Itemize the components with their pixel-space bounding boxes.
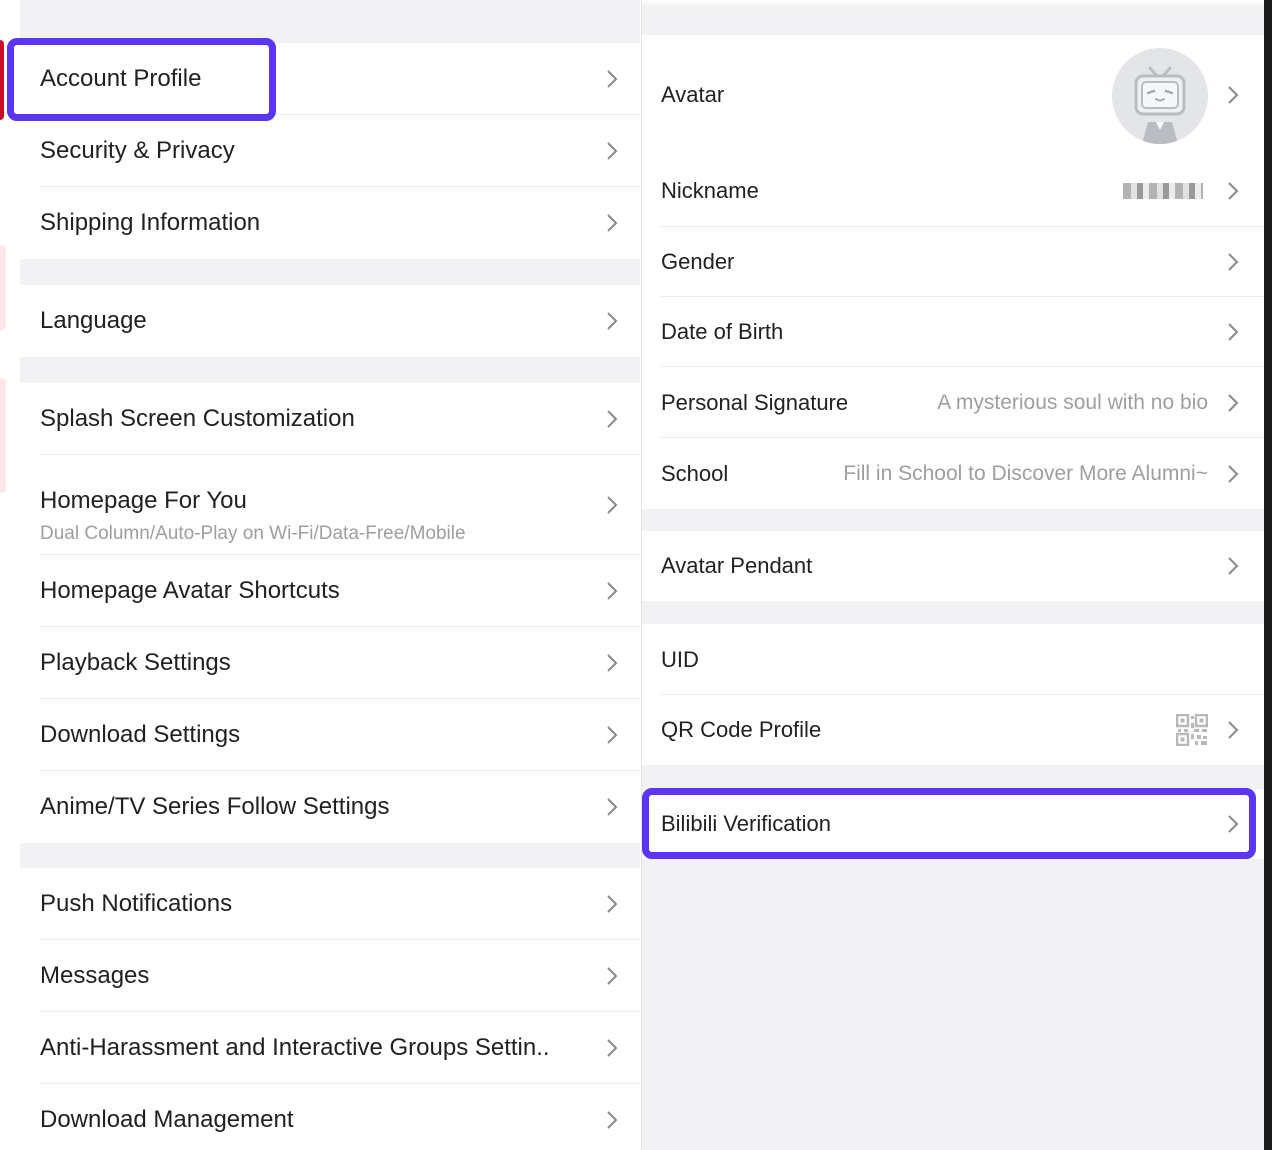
menu-label: Splash Screen Customization — [40, 405, 355, 432]
row-label: Date of Birth — [661, 319, 784, 344]
menu-label: Download Settings — [40, 721, 241, 748]
menu-homepage-for-you[interactable]: Homepage For You Dual Column/Auto-Play o… — [20, 455, 640, 555]
row-label: Personal Signature — [661, 389, 849, 415]
chevron-right-icon — [604, 796, 620, 818]
row-value: Fill in School to Discover More Alumni~ — [843, 461, 1208, 485]
chevron-right-icon — [1225, 813, 1241, 835]
nickname-value-redacted — [1123, 183, 1203, 199]
row-label: UID — [661, 646, 699, 672]
right-edge-strip — [1264, 0, 1272, 1150]
section-gap — [20, 357, 640, 383]
menu-label: Homepage Avatar Shortcuts — [40, 577, 340, 604]
chevron-right-icon — [604, 310, 620, 332]
edge-accent-mark — [0, 40, 4, 120]
menu-label: Download Management — [40, 1106, 294, 1133]
row-value: A mysterious soul with no bio — [937, 390, 1208, 414]
menu-language[interactable]: Language — [20, 285, 640, 357]
edge-accent-mark — [0, 378, 6, 493]
profile-panel: Avatar Nickname Gender Date of Birth Per… — [641, 0, 1265, 1150]
chevron-right-icon — [604, 140, 620, 162]
chevron-right-icon — [604, 724, 620, 746]
menu-label: Security & Privacy — [40, 137, 235, 164]
menu-download-management[interactable]: Download Management — [20, 1084, 640, 1150]
chevron-right-icon — [1225, 463, 1241, 485]
default-avatar-tv-icon — [1112, 48, 1208, 144]
menu-label: Push Notifications — [40, 890, 233, 917]
chevron-right-icon — [1225, 251, 1241, 273]
profile-row-avatar-pendant[interactable]: Avatar Pendant — [642, 531, 1265, 601]
settings-menu: Account Profile Security & Privacy Shipp… — [20, 0, 640, 1150]
menu-anti-harassment[interactable]: Anti-Harassment and Interactive Groups S… — [20, 1012, 640, 1084]
menu-label: Anime/TV Series Follow Settings — [40, 793, 390, 820]
menu-label: Language — [40, 307, 147, 334]
menu-account-profile[interactable]: Account Profile — [20, 43, 640, 115]
menu-label: Shipping Information — [40, 209, 261, 236]
chevron-right-icon — [604, 68, 620, 90]
chevron-right-icon — [604, 580, 620, 602]
menu-label: Account Profile — [40, 65, 202, 92]
chevron-right-icon — [1225, 719, 1241, 741]
chevron-right-icon — [604, 1037, 620, 1059]
menu-sublabel: Dual Column/Auto-Play on Wi-Fi/Data-Free… — [40, 523, 466, 544]
menu-messages[interactable]: Messages — [20, 940, 640, 1012]
chevron-right-icon — [604, 408, 620, 430]
chevron-right-icon — [1225, 392, 1241, 414]
row-label: QR Code Profile — [661, 717, 822, 742]
profile-row-qr-code[interactable]: QR Code Profile — [642, 695, 1265, 765]
profile-row-gender[interactable]: Gender — [642, 227, 1265, 297]
row-label: Bilibili Verification — [661, 811, 831, 836]
row-label: Avatar Pendant — [661, 553, 813, 578]
section-gap — [20, 259, 640, 285]
chevron-right-icon — [604, 965, 620, 987]
top-shadow — [642, 0, 1265, 10]
menu-label: Anti-Harassment and Interactive Groups S… — [40, 1034, 550, 1061]
chevron-right-icon — [604, 1109, 620, 1131]
menu-label: Homepage For You — [40, 487, 247, 514]
menu-download-settings[interactable]: Download Settings — [20, 699, 640, 771]
left-edge-strip — [0, 0, 20, 1150]
profile-row-nickname[interactable]: Nickname — [642, 155, 1265, 227]
profile-row-school[interactable]: School Fill in School to Discover More A… — [642, 438, 1265, 509]
row-label: Gender — [661, 249, 735, 274]
row-label: Nickname — [661, 178, 759, 203]
chevron-right-icon — [604, 652, 620, 674]
profile-row-bilibili-verification[interactable]: Bilibili Verification — [642, 789, 1265, 859]
section-gap — [20, 0, 640, 43]
profile-row-uid: UID — [642, 624, 1265, 695]
profile-row-date-of-birth[interactable]: Date of Birth — [642, 297, 1265, 367]
row-label: School — [661, 460, 729, 486]
profile-row-personal-signature[interactable]: Personal Signature A mysterious soul wit… — [642, 367, 1265, 438]
menu-playback-settings[interactable]: Playback Settings — [20, 627, 640, 699]
edge-accent-mark — [0, 245, 6, 330]
menu-homepage-avatar-shortcuts[interactable]: Homepage Avatar Shortcuts — [20, 555, 640, 627]
chevron-right-icon — [1225, 180, 1241, 202]
chevron-right-icon — [604, 494, 620, 516]
menu-label: Messages — [40, 962, 150, 989]
menu-splash-screen[interactable]: Splash Screen Customization — [20, 383, 640, 455]
menu-anime-tv-follow-settings[interactable]: Anime/TV Series Follow Settings — [20, 771, 640, 843]
chevron-right-icon — [1225, 555, 1241, 577]
menu-label: Playback Settings — [40, 649, 231, 676]
chevron-right-icon — [1225, 84, 1241, 106]
menu-shipping-information[interactable]: Shipping Information — [20, 187, 640, 259]
menu-security-privacy[interactable]: Security & Privacy — [20, 115, 640, 187]
profile-row-avatar[interactable]: Avatar — [642, 35, 1265, 155]
row-label: Avatar — [661, 82, 725, 107]
section-gap — [20, 843, 640, 868]
qr-code-icon — [1175, 713, 1209, 747]
chevron-right-icon — [604, 212, 620, 234]
chevron-right-icon — [604, 893, 620, 915]
menu-push-notifications[interactable]: Push Notifications — [20, 868, 640, 940]
chevron-right-icon — [1225, 321, 1241, 343]
